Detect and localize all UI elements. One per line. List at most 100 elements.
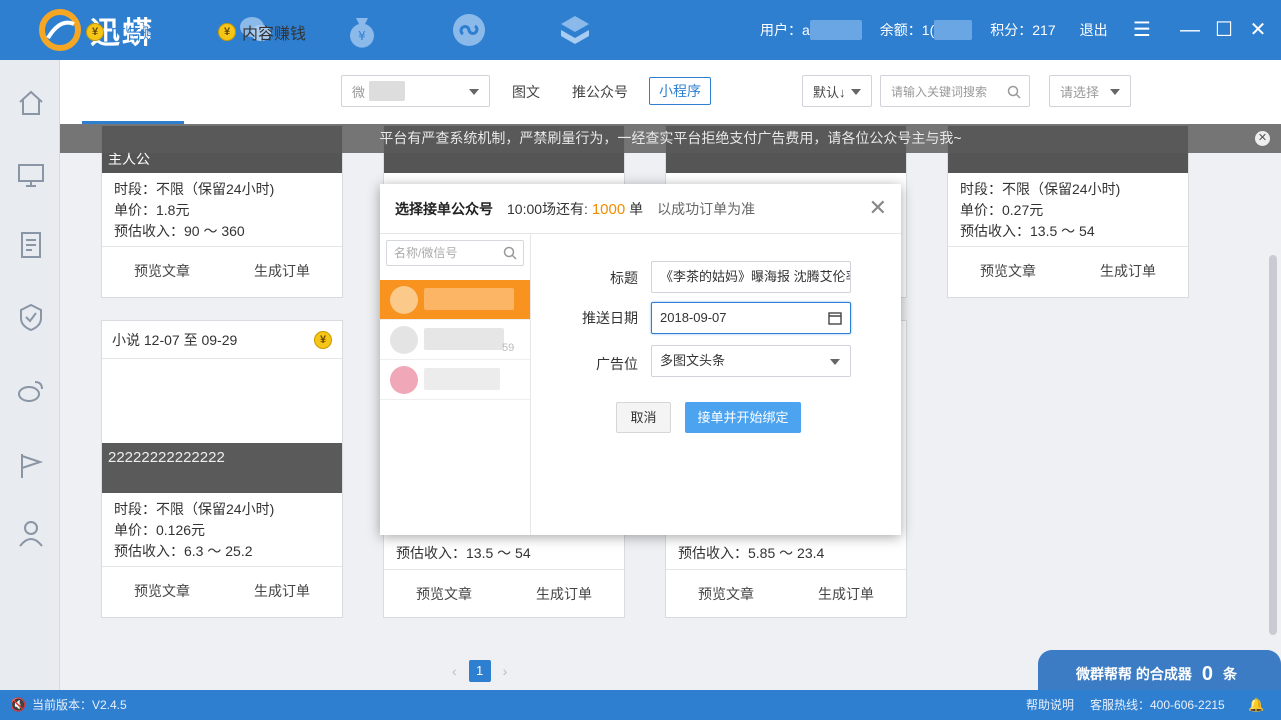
pagination: ‹ 1 › — [452, 660, 507, 682]
preview-article-button[interactable]: 预览文章 — [948, 261, 1068, 281]
search-icon[interactable] — [1007, 85, 1021, 99]
ad-card[interactable]: 小说 12-07 至 09-29 ¥ 22222222222222 时段：不限（… — [101, 320, 343, 618]
coin-icon: ¥ — [86, 23, 104, 41]
help-link[interactable]: 帮助说明 — [1026, 690, 1074, 720]
synthesizer-count: 0 — [1201, 662, 1214, 685]
account-search-placeholder: 名称/微信号 — [394, 246, 458, 260]
slot-note: 以成功订单为准 — [657, 200, 756, 217]
scrollbar[interactable] — [1269, 255, 1277, 635]
create-order-button[interactable]: 生成订单 — [222, 261, 342, 281]
card-period: 时段：不限（保留24小时) — [960, 181, 1121, 197]
maximize-icon[interactable]: ☐ — [1212, 18, 1236, 42]
prev-page-icon[interactable]: ‹ — [452, 663, 457, 679]
speaker-icon[interactable]: 🔇 — [10, 690, 26, 720]
slot-info: 10:00场还有: 1000 单 — [507, 199, 643, 219]
card-income: 预估收入：13.5 ～ 54 — [396, 545, 531, 561]
version-text: 当前版本：V2.4.5 — [32, 698, 127, 712]
category-select[interactable]: 请选择 — [1049, 75, 1131, 107]
push-date-label: 推送日期 — [582, 310, 638, 326]
confirm-bind-button[interactable]: 接单并开始绑定 — [685, 402, 801, 433]
create-order-button[interactable]: 生成订单 — [222, 581, 342, 601]
account-search-input[interactable]: 名称/微信号 — [386, 240, 524, 266]
card-price: 单价：0.126元 — [114, 522, 206, 538]
tab-content-earn[interactable]: ¥ 内容赚钱 — [218, 20, 306, 44]
status-bar: 🔇 当前版本：V2.4.5 帮助说明 客服热线：400-606-2215 🔔 — [0, 690, 1281, 720]
create-order-button[interactable]: 生成订单 — [786, 584, 906, 604]
account-item[interactable] — [380, 360, 530, 400]
account-item-selected[interactable] — [380, 280, 530, 320]
mini-program-icon[interactable] — [449, 10, 489, 50]
calendar-icon[interactable] — [828, 311, 842, 325]
card-period: 时段：不限（保留24小时) — [114, 501, 275, 517]
notice-banner: 平台有严查系统机制，严禁刷量行为，一经查实平台拒绝支付广告费用，请各位公众号主与… — [60, 124, 1281, 153]
menu-icon[interactable]: ☰ — [1130, 18, 1154, 42]
bell-icon[interactable]: 🔔 — [1248, 690, 1264, 720]
slot-unit: 单 — [629, 200, 644, 217]
card-price: 单价：1.8元 — [114, 202, 190, 218]
card-period: 时段：不限（保留24小时) — [114, 181, 275, 197]
dialog-header: 选择接单公众号 10:00场还有: 1000 单 以成功订单为准 — [380, 184, 901, 234]
card-income: 预估收入：5.85 ～ 23.4 — [678, 545, 825, 561]
title-field[interactable]: 《李茶的姑妈》曝海报 沈腾艾伦率 — [651, 261, 851, 293]
weibo-icon[interactable] — [16, 376, 46, 406]
coin-icon: ¥ — [218, 23, 236, 41]
search-input[interactable]: 请输入关键词搜索 — [880, 75, 1030, 107]
search-placeholder: 请输入关键词搜索 — [891, 84, 988, 99]
page-number[interactable]: 1 — [468, 660, 491, 682]
filter-push-account[interactable]: 推公众号 — [572, 82, 628, 102]
card-title: 小说 12-07 至 09-29 — [112, 332, 238, 348]
slot-count: 1000 — [591, 200, 626, 218]
logo-icon — [39, 9, 81, 51]
preview-article-button[interactable]: 预览文章 — [666, 584, 786, 604]
coin-icon: ¥ — [314, 331, 332, 349]
card-income: 预估收入：6.3 ～ 25.2 — [114, 543, 253, 559]
preview-article-button[interactable]: 预览文章 — [102, 581, 222, 601]
preview-article-button[interactable]: 预览文章 — [102, 261, 222, 281]
money-bag-icon[interactable]: ¥ — [342, 10, 382, 50]
avatar — [390, 286, 418, 314]
sort-value: 默认↓ — [813, 84, 846, 100]
tab-ad-earn[interactable]: ¥ 广告赚钱 — [86, 20, 174, 44]
user-name-redacted — [809, 20, 862, 40]
layers-icon[interactable] — [555, 10, 595, 50]
verified-icon[interactable] — [16, 302, 46, 332]
balance-label: 余额：1( — [879, 22, 935, 38]
create-order-button[interactable]: 生成订单 — [1068, 261, 1188, 281]
create-order-button[interactable]: 生成订单 — [504, 584, 624, 604]
monitor-icon[interactable] — [16, 160, 46, 190]
close-icon[interactable]: ✕ — [1255, 131, 1270, 146]
chevron-down-icon — [851, 89, 861, 95]
close-icon[interactable]: ✕ — [869, 197, 887, 219]
push-date-value: 2018-09-07 — [660, 310, 727, 325]
document-icon[interactable] — [16, 230, 46, 260]
account-select[interactable]: 微 — [341, 75, 490, 107]
user-label: 用户：a — [760, 22, 810, 38]
home-icon[interactable] — [16, 88, 46, 118]
account-item[interactable]: 59 — [380, 320, 530, 360]
filter-mini-program[interactable]: 小程序 — [649, 77, 711, 105]
filter-tuwen[interactable]: 图文 — [512, 82, 540, 102]
points-label: 积分：217 — [990, 22, 1056, 38]
card-image-band: 22222222222222 — [102, 443, 342, 493]
flag-icon[interactable] — [16, 450, 46, 480]
close-window-icon[interactable]: ✕ — [1246, 18, 1270, 42]
chevron-down-icon — [469, 89, 479, 95]
tab-label: 内容赚钱 — [242, 26, 307, 43]
user-icon[interactable] — [16, 518, 46, 548]
slot-text: 10:00场还有: — [507, 200, 588, 217]
hotline-text: 客服热线：400-606-2215 — [1090, 698, 1225, 712]
logout-link[interactable]: 退出 — [1080, 20, 1108, 40]
search-icon[interactable] — [503, 246, 517, 260]
push-date-field[interactable]: 2018-09-07 — [651, 302, 851, 334]
sort-select[interactable]: 默认↓ — [802, 75, 872, 107]
balance-redacted — [934, 20, 973, 40]
card-image: 22222222222222 — [102, 359, 342, 493]
card-income: 预估收入：90 ～ 360 — [114, 223, 245, 239]
minimize-icon[interactable]: — — [1178, 18, 1202, 42]
sidebar — [0, 60, 60, 690]
ad-slot-select[interactable]: 多图文头条 — [651, 345, 851, 377]
next-page-icon[interactable]: › — [503, 663, 508, 679]
preview-article-button[interactable]: 预览文章 — [384, 584, 504, 604]
ad-slot-label: 广告位 — [596, 356, 638, 372]
cancel-button[interactable]: 取消 — [616, 402, 671, 433]
